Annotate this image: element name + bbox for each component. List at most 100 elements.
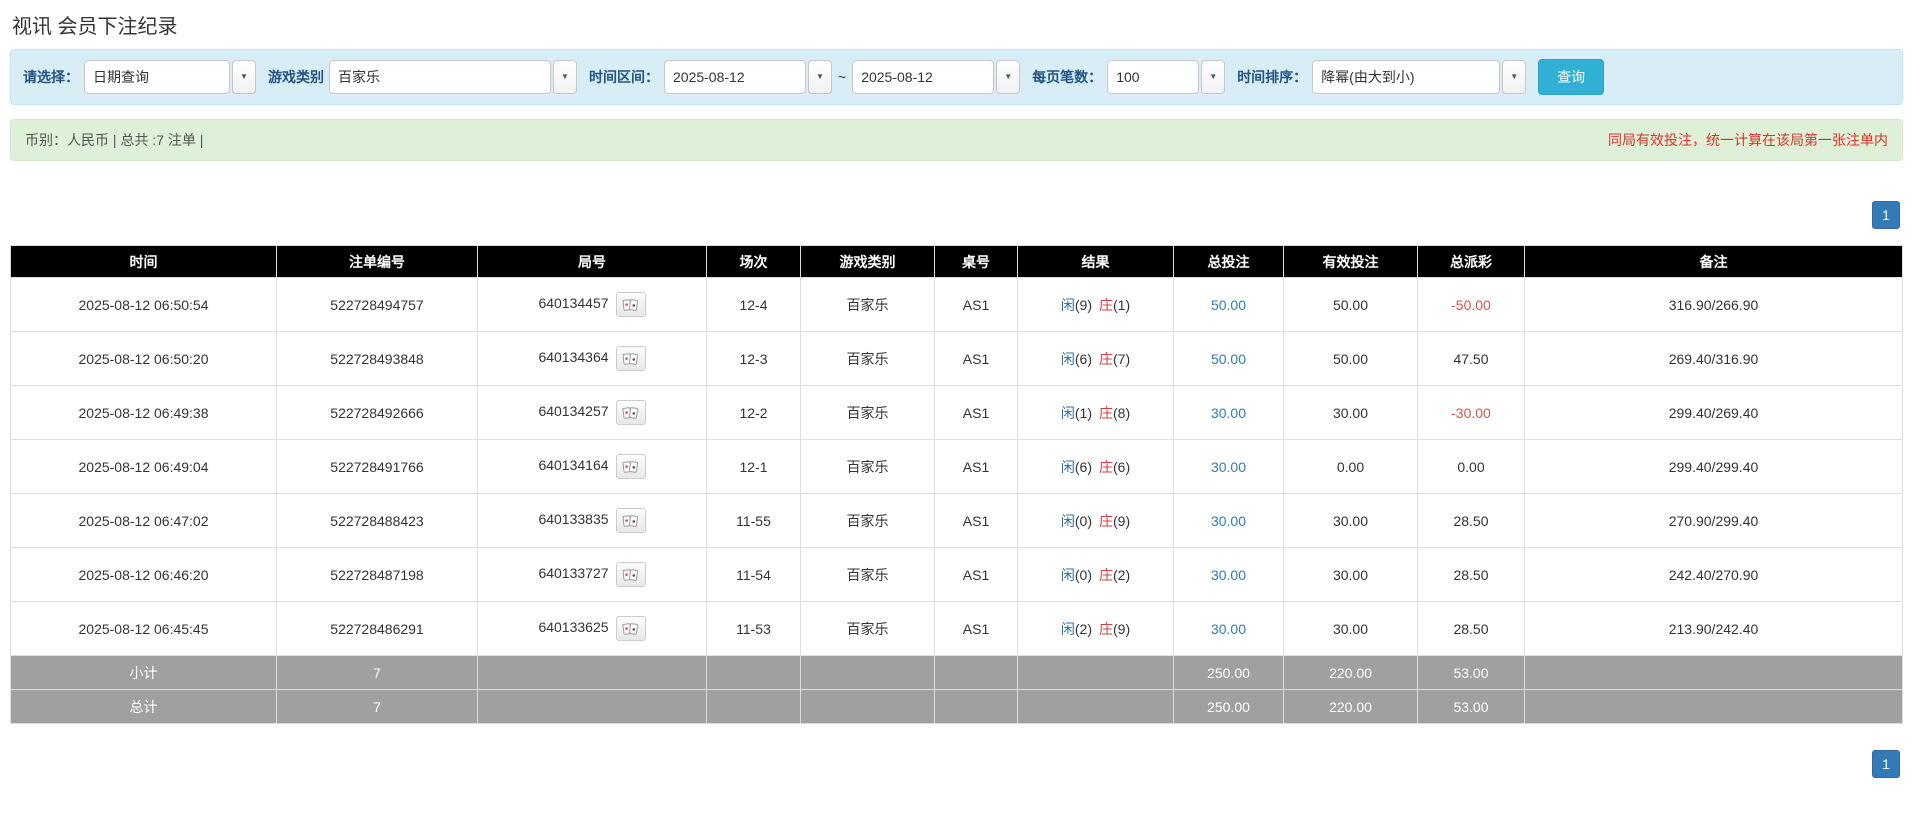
- cell-total-bet: 30.00: [1174, 548, 1284, 602]
- cards-icon: [622, 352, 639, 366]
- cell-time: 2025-08-12 06:50:20: [11, 332, 277, 386]
- total-bet-link[interactable]: 30.00: [1211, 513, 1246, 529]
- result-banker: 庄: [1099, 459, 1113, 475]
- grand-total-label: 总计: [11, 690, 277, 724]
- cell-note: 242.40/270.90: [1525, 548, 1903, 602]
- cell-note: 213.90/242.40: [1525, 602, 1903, 656]
- subtotal-label: 小计: [11, 656, 277, 690]
- view-cards-button[interactable]: [616, 346, 646, 371]
- cell-table: AS1: [935, 440, 1018, 494]
- pagination-bottom: 1: [10, 750, 1900, 778]
- result-player-score: (2): [1075, 621, 1092, 637]
- view-cards-button[interactable]: [616, 292, 646, 317]
- cell-round: 640134457: [478, 278, 707, 332]
- betting-records-table: 时间 注单编号 局号 场次 游戏类别 桌号 结果 总投注 有效投注 总派彩 备注…: [10, 245, 1903, 724]
- filter-group-date-type: 请选择： ▼: [23, 60, 256, 94]
- cell-round: 640133727: [478, 548, 707, 602]
- subtotal-valid-bet: 220.00: [1284, 656, 1418, 690]
- column-header-result: 结果: [1018, 246, 1174, 278]
- game-type-dropdown-toggle[interactable]: ▼: [553, 60, 577, 94]
- cell-total-bet: 30.00: [1174, 386, 1284, 440]
- page-1-button[interactable]: 1: [1872, 201, 1900, 229]
- search-button[interactable]: 查询: [1538, 59, 1604, 95]
- column-header-note: 备注: [1525, 246, 1903, 278]
- date-type-input[interactable]: [84, 60, 230, 94]
- game-type-label: 游戏类别: [268, 67, 324, 87]
- cell-total-bet: 50.00: [1174, 278, 1284, 332]
- result-banker: 庄: [1099, 621, 1113, 637]
- date-to-dropdown-toggle[interactable]: ▼: [996, 60, 1020, 94]
- cell-time: 2025-08-12 06:45:45: [11, 602, 277, 656]
- date-from-combobox: ▼: [664, 60, 832, 94]
- date-type-label: 请选择：: [23, 67, 79, 87]
- cell-table: AS1: [935, 602, 1018, 656]
- summary-currency-count: 币别：人民币 | 总共 :7 注单 |: [25, 130, 203, 150]
- result-player-score: (6): [1075, 459, 1092, 475]
- view-cards-button[interactable]: [616, 562, 646, 587]
- total-bet-link[interactable]: 30.00: [1211, 405, 1246, 421]
- game-type-input[interactable]: [329, 60, 551, 94]
- date-type-dropdown-toggle[interactable]: ▼: [232, 60, 256, 94]
- result-banker-score: (2): [1113, 567, 1130, 583]
- result-player-score: (0): [1075, 513, 1092, 529]
- subtotal-row: 小计 7 250.00 220.00 53.00: [11, 656, 1903, 690]
- cell-payout: 28.50: [1418, 548, 1525, 602]
- per-page-input[interactable]: [1107, 60, 1199, 94]
- sort-dropdown-toggle[interactable]: ▼: [1502, 60, 1526, 94]
- subtotal-empty-cell: [1018, 656, 1174, 690]
- view-cards-button[interactable]: [616, 508, 646, 533]
- date-to-input[interactable]: [852, 60, 994, 94]
- total-bet-link[interactable]: 30.00: [1211, 567, 1246, 583]
- cell-session: 12-4: [707, 278, 801, 332]
- grand-total-valid-bet: 220.00: [1284, 690, 1418, 724]
- date-range-separator: ~: [838, 69, 846, 85]
- cell-valid-bet: 50.00: [1284, 278, 1418, 332]
- total-bet-link[interactable]: 30.00: [1211, 459, 1246, 475]
- round-number: 640134364: [538, 349, 608, 365]
- cell-note: 299.40/299.40: [1525, 440, 1903, 494]
- result-player-score: (6): [1075, 351, 1092, 367]
- total-bet-link[interactable]: 50.00: [1211, 351, 1246, 367]
- per-page-dropdown-toggle[interactable]: ▼: [1201, 60, 1225, 94]
- round-number: 640134457: [538, 295, 608, 311]
- round-number: 640134164: [538, 457, 608, 473]
- column-header-time: 时间: [11, 246, 277, 278]
- summary-bar: 币别：人民币 | 总共 :7 注单 | 同局有效投注，统一计算在该局第一张注单内: [10, 119, 1903, 161]
- view-cards-button[interactable]: [616, 400, 646, 425]
- grand-total-empty-cell: [1018, 690, 1174, 724]
- filter-group-per-page: 每页笔数： ▼: [1032, 60, 1225, 94]
- date-from-input[interactable]: [664, 60, 806, 94]
- result-banker: 庄: [1099, 405, 1113, 421]
- total-bet-link[interactable]: 50.00: [1211, 297, 1246, 313]
- pagination-top: 1: [10, 201, 1900, 229]
- column-header-total-bet: 总投注: [1174, 246, 1284, 278]
- filter-group-date-range: 时间区间： ▼ ~ ▼: [589, 60, 1020, 94]
- result-banker: 庄: [1099, 297, 1113, 313]
- cell-valid-bet: 30.00: [1284, 386, 1418, 440]
- cell-table: AS1: [935, 386, 1018, 440]
- cell-bet-id: 522728491766: [277, 440, 478, 494]
- cell-table: AS1: [935, 548, 1018, 602]
- cards-icon: [622, 298, 639, 312]
- view-cards-button[interactable]: [616, 454, 646, 479]
- grand-total-count: 7: [277, 690, 478, 724]
- result-player: 闲: [1061, 459, 1075, 475]
- result-banker-score: (9): [1113, 513, 1130, 529]
- column-header-payout: 总派彩: [1418, 246, 1525, 278]
- sort-input[interactable]: [1312, 60, 1500, 94]
- result-banker: 庄: [1099, 567, 1113, 583]
- subtotal-total-bet: 250.00: [1174, 656, 1284, 690]
- total-bet-link[interactable]: 30.00: [1211, 621, 1246, 637]
- cell-game-type: 百家乐: [801, 494, 935, 548]
- result-player: 闲: [1061, 297, 1075, 313]
- table-row: 2025-08-12 06:50:20 522728493848 6401343…: [11, 332, 1903, 386]
- cell-result: 闲(0)庄(9): [1018, 494, 1174, 548]
- date-from-dropdown-toggle[interactable]: ▼: [808, 60, 832, 94]
- result-banker: 庄: [1099, 513, 1113, 529]
- grand-total-empty-cell: [1525, 690, 1903, 724]
- view-cards-button[interactable]: [616, 616, 646, 641]
- cell-note: 316.90/266.90: [1525, 278, 1903, 332]
- page-title: 视讯 会员下注纪录: [12, 10, 1903, 39]
- page-1-button[interactable]: 1: [1872, 750, 1900, 778]
- cell-result: 闲(6)庄(7): [1018, 332, 1174, 386]
